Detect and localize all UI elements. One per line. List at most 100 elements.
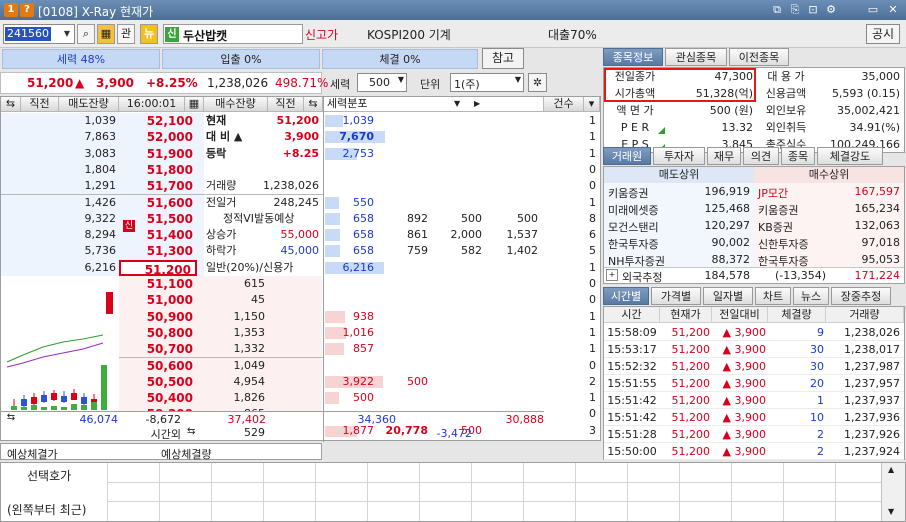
ask-price[interactable]: 51,200 <box>119 259 197 277</box>
bid-price[interactable]: 51,100 <box>119 276 197 292</box>
ask-price[interactable]: 51,600 <box>119 195 197 211</box>
swap-icon[interactable]: ⇆ <box>304 97 323 112</box>
tab-chart[interactable]: 차트 <box>755 287 791 305</box>
bid-price[interactable]: 50,500 <box>119 374 197 390</box>
stock-code-input[interactable]: 241560 ▼ <box>3 24 75 44</box>
ask-qty[interactable]: 9,322 <box>59 211 119 227</box>
dist-a <box>325 292 377 308</box>
plus-icon[interactable]: + <box>606 269 618 281</box>
ask-price[interactable]: 51,800 <box>119 162 197 178</box>
new-button[interactable]: 뉴 <box>140 24 158 44</box>
ask-qty[interactable]: 1,804 <box>59 162 119 178</box>
search-icon[interactable]: ⌕ <box>77 24 95 44</box>
settings-icon[interactable]: ⚙ <box>824 3 838 17</box>
link-icon[interactable]: ⧉ <box>770 3 784 17</box>
buy-broker[interactable]: 신한투자증 <box>758 236 809 252</box>
buy-qty: 95,053 <box>861 253 901 266</box>
bid-qty[interactable]: 1,826 <box>204 390 268 406</box>
bid-qty[interactable]: 45 <box>204 292 268 308</box>
ask-qty[interactable]: 7,863 <box>59 129 119 145</box>
tab-stock[interactable]: 종목 <box>781 147 815 165</box>
tab-watchlist[interactable]: 관심종목 <box>665 48 727 66</box>
ask-qty[interactable]: 1,039 <box>59 113 119 129</box>
ask-qty[interactable]: 3,083 <box>59 146 119 162</box>
ask-price[interactable]: 51,700 <box>119 178 197 194</box>
ask-qty[interactable]: 1,291 <box>59 178 119 194</box>
disclosure-button[interactable]: 공시 <box>866 24 900 44</box>
gwan-button[interactable]: 관 <box>117 24 135 44</box>
tab-intraday[interactable]: 장중추정 <box>831 287 891 305</box>
bid-price[interactable]: 51,000 <box>119 292 197 308</box>
chevron-down-icon[interactable]: ▼ <box>398 75 404 84</box>
close-icon[interactable]: ✕ <box>886 3 900 17</box>
bid-qty[interactable]: 1,150 <box>204 309 268 325</box>
ask-qty[interactable]: 5,736 <box>59 243 119 259</box>
ask-price[interactable]: 52,100 <box>119 113 197 129</box>
buy-broker[interactable]: JP모간 <box>758 185 788 201</box>
bid-price[interactable]: 50,600 <box>119 358 197 374</box>
bid-qty[interactable]: 1,353 <box>204 325 268 341</box>
tick-price: 51,200 <box>671 343 711 356</box>
chevron-down-icon[interactable]: ▼ <box>515 75 521 84</box>
bid-qty[interactable]: 4,954 <box>204 374 268 390</box>
tab-strength[interactable]: 체결강도 <box>817 147 883 165</box>
help-icon[interactable]: ? <box>20 3 34 17</box>
sell-broker[interactable]: 모건스탠리 <box>608 219 659 235</box>
tab-by-price[interactable]: 가격별 <box>651 287 701 305</box>
tab-by-time[interactable]: 시간별 <box>603 287 649 305</box>
refresh-icon[interactable]: ⇆ <box>1 412 21 427</box>
copy-icon[interactable]: ⎘ <box>788 3 802 17</box>
scroll-up-icon[interactable]: ▲ <box>888 465 894 474</box>
bid-price[interactable]: 50,800 <box>119 325 197 341</box>
bid-price[interactable]: 50,700 <box>119 341 197 357</box>
tab-by-date[interactable]: 일자별 <box>703 287 753 305</box>
reference-button[interactable]: 참고 <box>482 48 524 69</box>
chevron-down-icon[interactable]: ▾ <box>584 97 600 112</box>
capture-icon[interactable]: ⊡ <box>806 3 820 17</box>
info-label: P E R <box>620 121 650 134</box>
buy-broker[interactable]: KB증권 <box>758 219 793 235</box>
chevron-down-icon[interactable]: ▼ <box>454 97 460 111</box>
bid-qty[interactable]: 1,049 <box>204 358 268 374</box>
bid-qty[interactable]: 615 <box>204 276 268 292</box>
foreign-sell: 184,578 <box>704 269 751 282</box>
stock-name-field[interactable]: 신 두산밥캣 <box>163 24 303 44</box>
tab-financials[interactable]: 재무 <box>707 147 741 165</box>
tab-stock-info[interactable]: 종목정보 <box>603 48 663 66</box>
ask-price[interactable]: 52,000 <box>119 129 197 145</box>
tab-brokers[interactable]: 거래원 <box>603 147 651 165</box>
tab-news[interactable]: 뉴스 <box>793 287 829 305</box>
refresh-icon[interactable]: ⇆ <box>187 426 195 437</box>
maximize-icon[interactable]: ▭ <box>866 3 880 17</box>
current-price: 51,200 <box>27 76 74 90</box>
tab-opinion[interactable]: 의견 <box>743 147 779 165</box>
tab-recent[interactable]: 이전종목 <box>729 48 789 66</box>
buy-broker[interactable]: 키움증권 <box>758 202 798 218</box>
sell-broker[interactable]: 키움증권 <box>608 185 648 201</box>
header-dist-select[interactable]: 세력분포 ▼ ▶ <box>324 97 544 112</box>
unit-select[interactable]: 1(주) ▼ <box>450 73 524 92</box>
bid-total: 37,402 <box>227 413 267 426</box>
totals-row: ⇆ 46,074 -8,672 37,402 <box>1 411 323 426</box>
refresh-icon[interactable]: ⇆ <box>1 97 21 112</box>
chevron-down-icon[interactable]: ▼ <box>60 25 74 43</box>
seryeok-select[interactable]: 500 ▼ <box>357 73 407 92</box>
tab-investors[interactable]: 투자자 <box>653 147 705 165</box>
gear-icon[interactable]: ✲ <box>528 73 547 92</box>
bid-price[interactable]: 50,900 <box>119 309 197 325</box>
bid-qty[interactable]: 1,332 <box>204 341 268 357</box>
grid-icon[interactable]: ▦ <box>185 97 204 112</box>
ask-qty[interactable]: 1,426 <box>59 195 119 211</box>
scrollbar[interactable]: ▲ ▼ <box>881 463 905 521</box>
sell-broker[interactable]: 한국투자증 <box>608 236 659 252</box>
bid-price[interactable]: 50,400 <box>119 390 197 406</box>
scroll-down-icon[interactable]: ▼ <box>888 507 894 516</box>
ask-price[interactable]: 51,900 <box>119 146 197 162</box>
ask-qty[interactable]: 8,294 <box>59 227 119 243</box>
sell-broker[interactable]: 미래에셋증 <box>608 202 659 218</box>
volume-bar <box>101 365 107 410</box>
play-icon[interactable]: ▶ <box>474 97 480 111</box>
app-badge-icon[interactable]: 1 <box>4 3 18 17</box>
folder-icon[interactable]: ▦ <box>97 24 115 44</box>
ask-price[interactable]: 51,300 <box>119 243 197 259</box>
